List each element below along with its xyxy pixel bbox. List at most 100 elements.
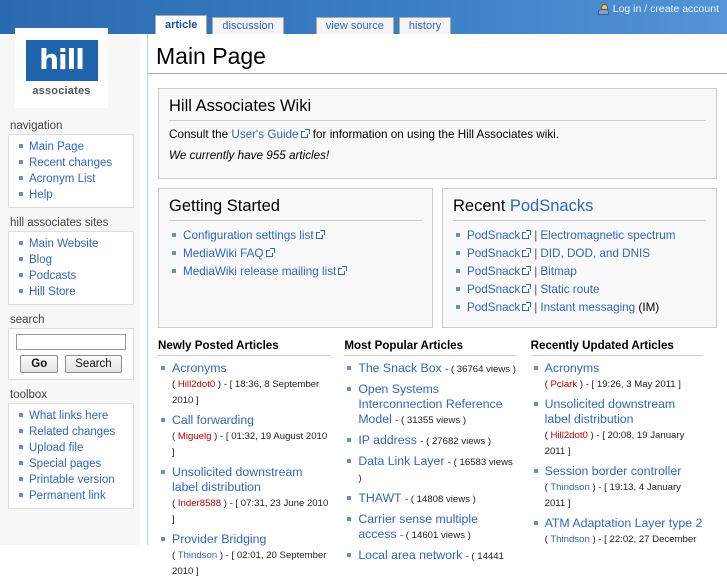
author-link[interactable]: Thindson [178, 550, 217, 561]
article-link[interactable]: THAWT [358, 491, 401, 505]
podsnack-topic-link[interactable]: Electromagnetic spectrum [540, 229, 675, 242]
list-item[interactable]: Open Systems Interconnection Reference M… [344, 380, 516, 431]
list-item[interactable]: Carrier sense multiple access - ( 14601 … [344, 510, 516, 546]
article-link[interactable]: Unsolicited downstream label distributio… [545, 397, 676, 426]
article-link[interactable]: Session border controller [545, 464, 682, 478]
podsnack-link[interactable]: PodSnack [467, 283, 520, 296]
sidebar-link-hill-store[interactable]: Hill Store [29, 286, 76, 298]
list-item[interactable]: PodSnack |Bitmap [453, 263, 706, 281]
sidebar-item-permanent-link[interactable]: Permanent link [9, 488, 133, 504]
sidebar-item-help[interactable]: Help [9, 187, 133, 203]
list-item[interactable]: Configuration settings list [169, 227, 422, 245]
tab-view-source[interactable]: view source [316, 17, 394, 34]
podsnack-topic-link[interactable]: Bitmap [540, 265, 576, 278]
podsnack-topic-link[interactable]: Instant messaging [540, 301, 635, 314]
sidebar-item-what-links-here[interactable]: What links here [9, 408, 133, 424]
list-item[interactable]: Call forwarding ( Miguelg ) - [ 01:32, 1… [158, 411, 330, 463]
hill-sites-heading: hill associates sites [10, 217, 134, 229]
article-link[interactable]: Acronyms [545, 361, 600, 375]
search-input[interactable] [16, 334, 126, 350]
login-create-account-link[interactable]: Log in / create account [613, 3, 719, 15]
author-link[interactable]: Thindson [550, 534, 589, 545]
list-item[interactable]: MediaWiki FAQ [169, 245, 422, 263]
list-item[interactable]: PodSnack|DID, DOD, and DNIS [453, 245, 706, 263]
mediawiki-release-list-link[interactable]: MediaWiki release mailing list [183, 265, 336, 278]
sidebar-item-related-changes[interactable]: Related changes [9, 424, 133, 440]
list-item[interactable]: Unsolicited downstream label distributio… [531, 395, 703, 462]
sidebar-item-special-pages[interactable]: Special pages [9, 456, 133, 472]
mediawiki-faq-link[interactable]: MediaWiki FAQ [183, 247, 264, 260]
article-link[interactable]: Data Link Layer [358, 454, 444, 468]
podsnack-separator: | [534, 265, 537, 278]
article-link[interactable]: The Snack Box [358, 361, 441, 375]
list-item[interactable]: ATM Adaptation Layer type 2 ( Thindson )… [531, 514, 703, 550]
podsnacks-title-link[interactable]: PodSnacks [510, 197, 593, 215]
sidebar-item-blog[interactable]: Blog [9, 252, 133, 268]
list-item[interactable]: PodSnack|Electromagnetic spectrum [453, 227, 706, 245]
list-item[interactable]: The Snack Box - ( 36764 views ) [344, 359, 516, 380]
list-item[interactable]: THAWT - ( 14808 views ) [344, 489, 516, 510]
list-item[interactable]: Provider Bridging ( Thindson ) - [ 02:01… [158, 530, 330, 582]
sidebar-link-what-links-here[interactable]: What links here [29, 410, 108, 422]
podsnack-link[interactable]: PodSnack [467, 247, 520, 260]
list-item[interactable]: MediaWiki release mailing list [169, 263, 422, 281]
author-link[interactable]: Hill2dot0 [178, 379, 215, 390]
external-link-icon [522, 230, 531, 239]
list-item[interactable]: Local area network - ( 14441 [344, 546, 516, 567]
list-item[interactable]: Session border controller ( Thindson ) -… [531, 462, 703, 514]
sidebar-link-podcasts[interactable]: Podcasts [29, 270, 76, 282]
author-link[interactable]: Miguelg [178, 431, 212, 442]
author-link[interactable]: Thindson [550, 482, 589, 493]
article-link[interactable]: Acronyms [172, 361, 227, 375]
podsnack-topic-link[interactable]: Static route [540, 283, 599, 296]
list-item[interactable]: Unsolicited downstream label distributio… [158, 463, 330, 530]
sidebar-link-printable-version[interactable]: Printable version [29, 474, 115, 486]
sidebar-link-main-page[interactable]: Main Page [29, 141, 84, 153]
sidebar-item-recent-changes[interactable]: Recent changes [9, 155, 133, 171]
sidebar-link-permanent-link[interactable]: Permanent link [29, 490, 106, 502]
sidebar-item-printable-version[interactable]: Printable version [9, 472, 133, 488]
author-link[interactable]: Hill2dot0 [551, 430, 588, 441]
users-guide-link[interactable]: User's Guide [231, 128, 298, 141]
sidebar-link-upload-file[interactable]: Upload file [29, 442, 83, 454]
portlet-search: search Go Search [8, 314, 134, 380]
list-item[interactable]: PodSnack|Instant messaging (IM) [453, 299, 706, 317]
sidebar-link-special-pages[interactable]: Special pages [29, 458, 101, 470]
article-link[interactable]: IP address [358, 433, 417, 447]
sidebar-item-hill-store[interactable]: Hill Store [9, 284, 133, 300]
sidebar-item-acronym-list[interactable]: Acronym List [9, 171, 133, 187]
tab-history[interactable]: history [399, 17, 451, 34]
podsnack-link[interactable]: PodSnack [467, 265, 520, 278]
sidebar-item-main-website[interactable]: Main Website [9, 236, 133, 252]
go-button[interactable]: Go [20, 355, 58, 373]
tab-article[interactable]: article [155, 15, 207, 34]
tab-discussion[interactable]: discussion [212, 17, 283, 34]
article-link[interactable]: ATM Adaptation Layer type 2 [545, 516, 703, 530]
podsnack-link[interactable]: PodSnack [467, 229, 520, 242]
list-item[interactable]: Acronyms ( Hill2dot0 ) - [ 18:36, 8 Sept… [158, 359, 330, 411]
sidebar-item-upload-file[interactable]: Upload file [9, 440, 133, 456]
sidebar-link-main-website[interactable]: Main Website [29, 238, 98, 250]
podsnack-topic-link[interactable]: DID, DOD, and DNIS [540, 247, 650, 260]
config-settings-link[interactable]: Configuration settings list [183, 229, 314, 242]
site-logo[interactable]: hill associates [15, 28, 108, 108]
sidebar-link-recent-changes[interactable]: Recent changes [29, 157, 112, 169]
sidebar-link-acronym-list[interactable]: Acronym List [29, 173, 95, 185]
sidebar-item-main-page[interactable]: Main Page [9, 139, 133, 155]
article-link[interactable]: Local area network [358, 548, 462, 562]
podsnack-link[interactable]: PodSnack [467, 301, 520, 314]
article-link[interactable]: Provider Bridging [172, 532, 266, 546]
author-link[interactable]: Inder8588 [178, 498, 221, 509]
search-button[interactable]: Search [65, 355, 121, 373]
article-link[interactable]: Call forwarding [172, 413, 254, 427]
list-item[interactable]: IP address - ( 27682 views ) [344, 431, 516, 452]
sidebar-item-podcasts[interactable]: Podcasts [9, 268, 133, 284]
list-item[interactable]: Acronyms ( Pclark ) - [ 19:26, 3 May 201… [531, 359, 703, 395]
author-link[interactable]: Pclark [551, 379, 578, 390]
list-item[interactable]: PodSnack|Static route [453, 281, 706, 299]
sidebar-link-blog[interactable]: Blog [29, 254, 52, 266]
sidebar-link-help[interactable]: Help [29, 189, 53, 201]
list-item[interactable]: Data Link Layer - ( 16583 views ) [344, 452, 516, 489]
article-link[interactable]: Unsolicited downstream label distributio… [172, 465, 303, 494]
sidebar-link-related-changes[interactable]: Related changes [29, 426, 115, 438]
